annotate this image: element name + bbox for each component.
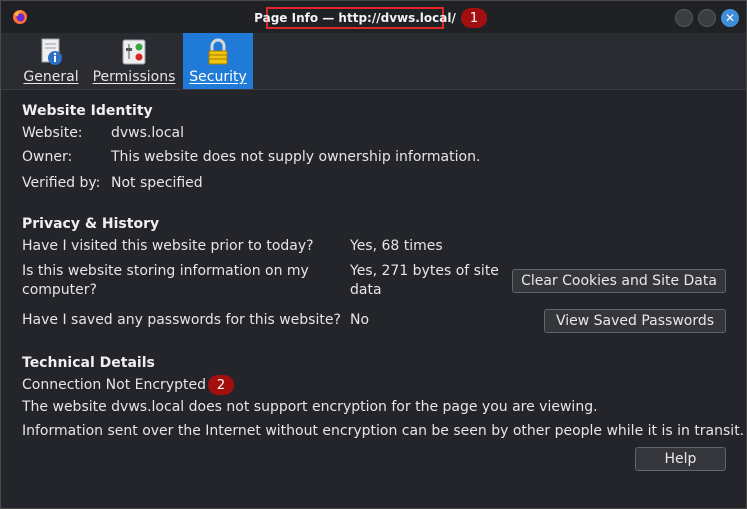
privacy-history-heading: Privacy & History xyxy=(22,216,160,232)
encryption-info-line1: The website dvws.local does not support … xyxy=(22,399,598,415)
view-saved-passwords-button[interactable]: View Saved Passwords xyxy=(544,309,726,333)
tab-toolbar: General Permissions Security xyxy=(1,33,746,90)
passwords-answer: No xyxy=(350,312,370,328)
owner-label: Owner: xyxy=(22,149,73,165)
storing-answer-line2: data xyxy=(350,282,382,298)
visited-question: Have I visited this website prior to tod… xyxy=(22,238,314,254)
tab-general[interactable]: General xyxy=(20,33,82,89)
minimize-button[interactable] xyxy=(675,9,693,27)
encryption-info-line2: Information sent over the Internet witho… xyxy=(22,423,745,439)
verified-label: Verified by: xyxy=(22,175,101,191)
website-value: dvws.local xyxy=(111,125,184,141)
storing-question-line1: Is this website storing information on m… xyxy=(22,263,309,279)
owner-value: This website does not supply ownership i… xyxy=(111,149,481,165)
storing-answer-line1: Yes, 271 bytes of site xyxy=(350,263,499,279)
tab-security-label: Security xyxy=(189,69,247,85)
maximize-button[interactable] xyxy=(698,9,716,27)
close-icon: ✕ xyxy=(724,11,736,25)
annotation-badge-1: 1 xyxy=(461,8,487,28)
passwords-question: Have I saved any passwords for this webs… xyxy=(22,312,341,328)
permissions-icon xyxy=(122,39,146,65)
window-title: Page Info — http://dvws.local/ xyxy=(254,7,456,29)
tab-security[interactable]: Security xyxy=(183,33,253,89)
annotation-badge-2: 2 xyxy=(208,375,234,395)
technical-details-heading: Technical Details xyxy=(22,355,155,371)
tab-general-label: General xyxy=(23,69,79,85)
firefox-icon xyxy=(13,10,27,24)
title-bar: Page Info — http://dvws.local/ 1 ✕ xyxy=(1,1,746,33)
connection-status: Connection Not Encrypted xyxy=(22,377,206,393)
page-info-window: Page Info — http://dvws.local/ 1 ✕ Gener… xyxy=(0,0,747,509)
verified-value: Not specified xyxy=(111,175,203,191)
help-button[interactable]: Help xyxy=(635,447,726,471)
website-label: Website: xyxy=(22,125,83,141)
close-button[interactable]: ✕ xyxy=(721,9,739,27)
clear-cookies-button[interactable]: Clear Cookies and Site Data xyxy=(512,269,726,293)
website-identity-heading: Website Identity xyxy=(22,103,153,119)
tab-permissions-label: Permissions xyxy=(92,69,176,85)
storing-question-line2: computer? xyxy=(22,282,97,298)
visited-answer: Yes, 68 times xyxy=(350,238,443,254)
document-info-icon xyxy=(41,38,62,65)
tab-permissions[interactable]: Permissions xyxy=(91,33,177,89)
lock-icon xyxy=(208,38,228,65)
